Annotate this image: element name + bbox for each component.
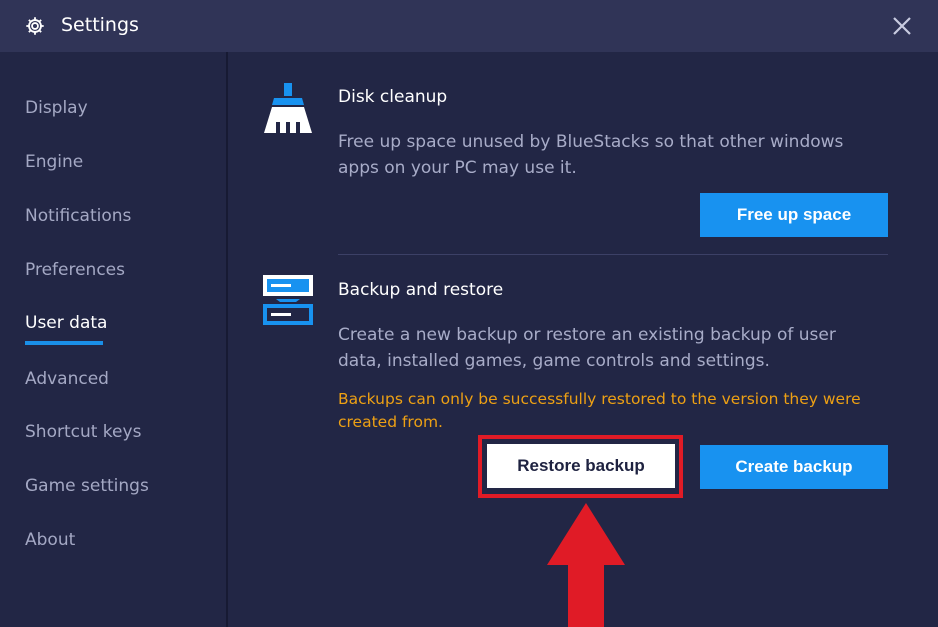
window-title: Settings	[61, 14, 139, 36]
create-backup-button[interactable]: Create backup	[700, 445, 888, 489]
sidebar-item-about[interactable]: About	[25, 530, 75, 550]
broom-icon	[264, 83, 312, 133]
active-tab-indicator	[25, 341, 103, 345]
arrow-up-icon	[547, 503, 625, 627]
title-bar: Settings	[0, 0, 938, 52]
sidebar-item-notifications[interactable]: Notifications	[25, 206, 131, 226]
backup-restore-description: Create a new backup or restore an existi…	[338, 325, 836, 371]
sidebar-item-engine[interactable]: Engine	[25, 152, 83, 172]
sidebar-item-preferences[interactable]: Preferences	[25, 260, 125, 280]
sidebar-item-label: User data	[25, 313, 108, 333]
backup-icon	[263, 275, 313, 325]
backup-restore-title: Backup and restore	[338, 280, 504, 300]
disk-cleanup-title: Disk cleanup	[338, 87, 448, 107]
gear-icon	[26, 17, 44, 35]
free-up-space-button[interactable]: Free up space	[700, 193, 888, 237]
sidebar-item-shortcut-keys[interactable]: Shortcut keys	[25, 422, 141, 442]
sidebar-item-advanced[interactable]: Advanced	[25, 369, 109, 389]
sidebar-item-user-data[interactable]: User data	[25, 313, 108, 345]
section-divider	[338, 254, 888, 255]
sidebar: Display Engine Notifications Preferences…	[0, 52, 226, 627]
close-icon[interactable]	[892, 16, 912, 36]
highlight-box	[478, 435, 683, 498]
sidebar-item-game-settings[interactable]: Game settings	[25, 476, 149, 496]
sidebar-item-display[interactable]: Display	[25, 98, 88, 118]
sidebar-divider	[226, 52, 228, 627]
disk-cleanup-description: Free up space unused by BlueStacks so th…	[338, 132, 844, 178]
backup-warning-text: Backups can only be successfully restore…	[338, 390, 861, 431]
